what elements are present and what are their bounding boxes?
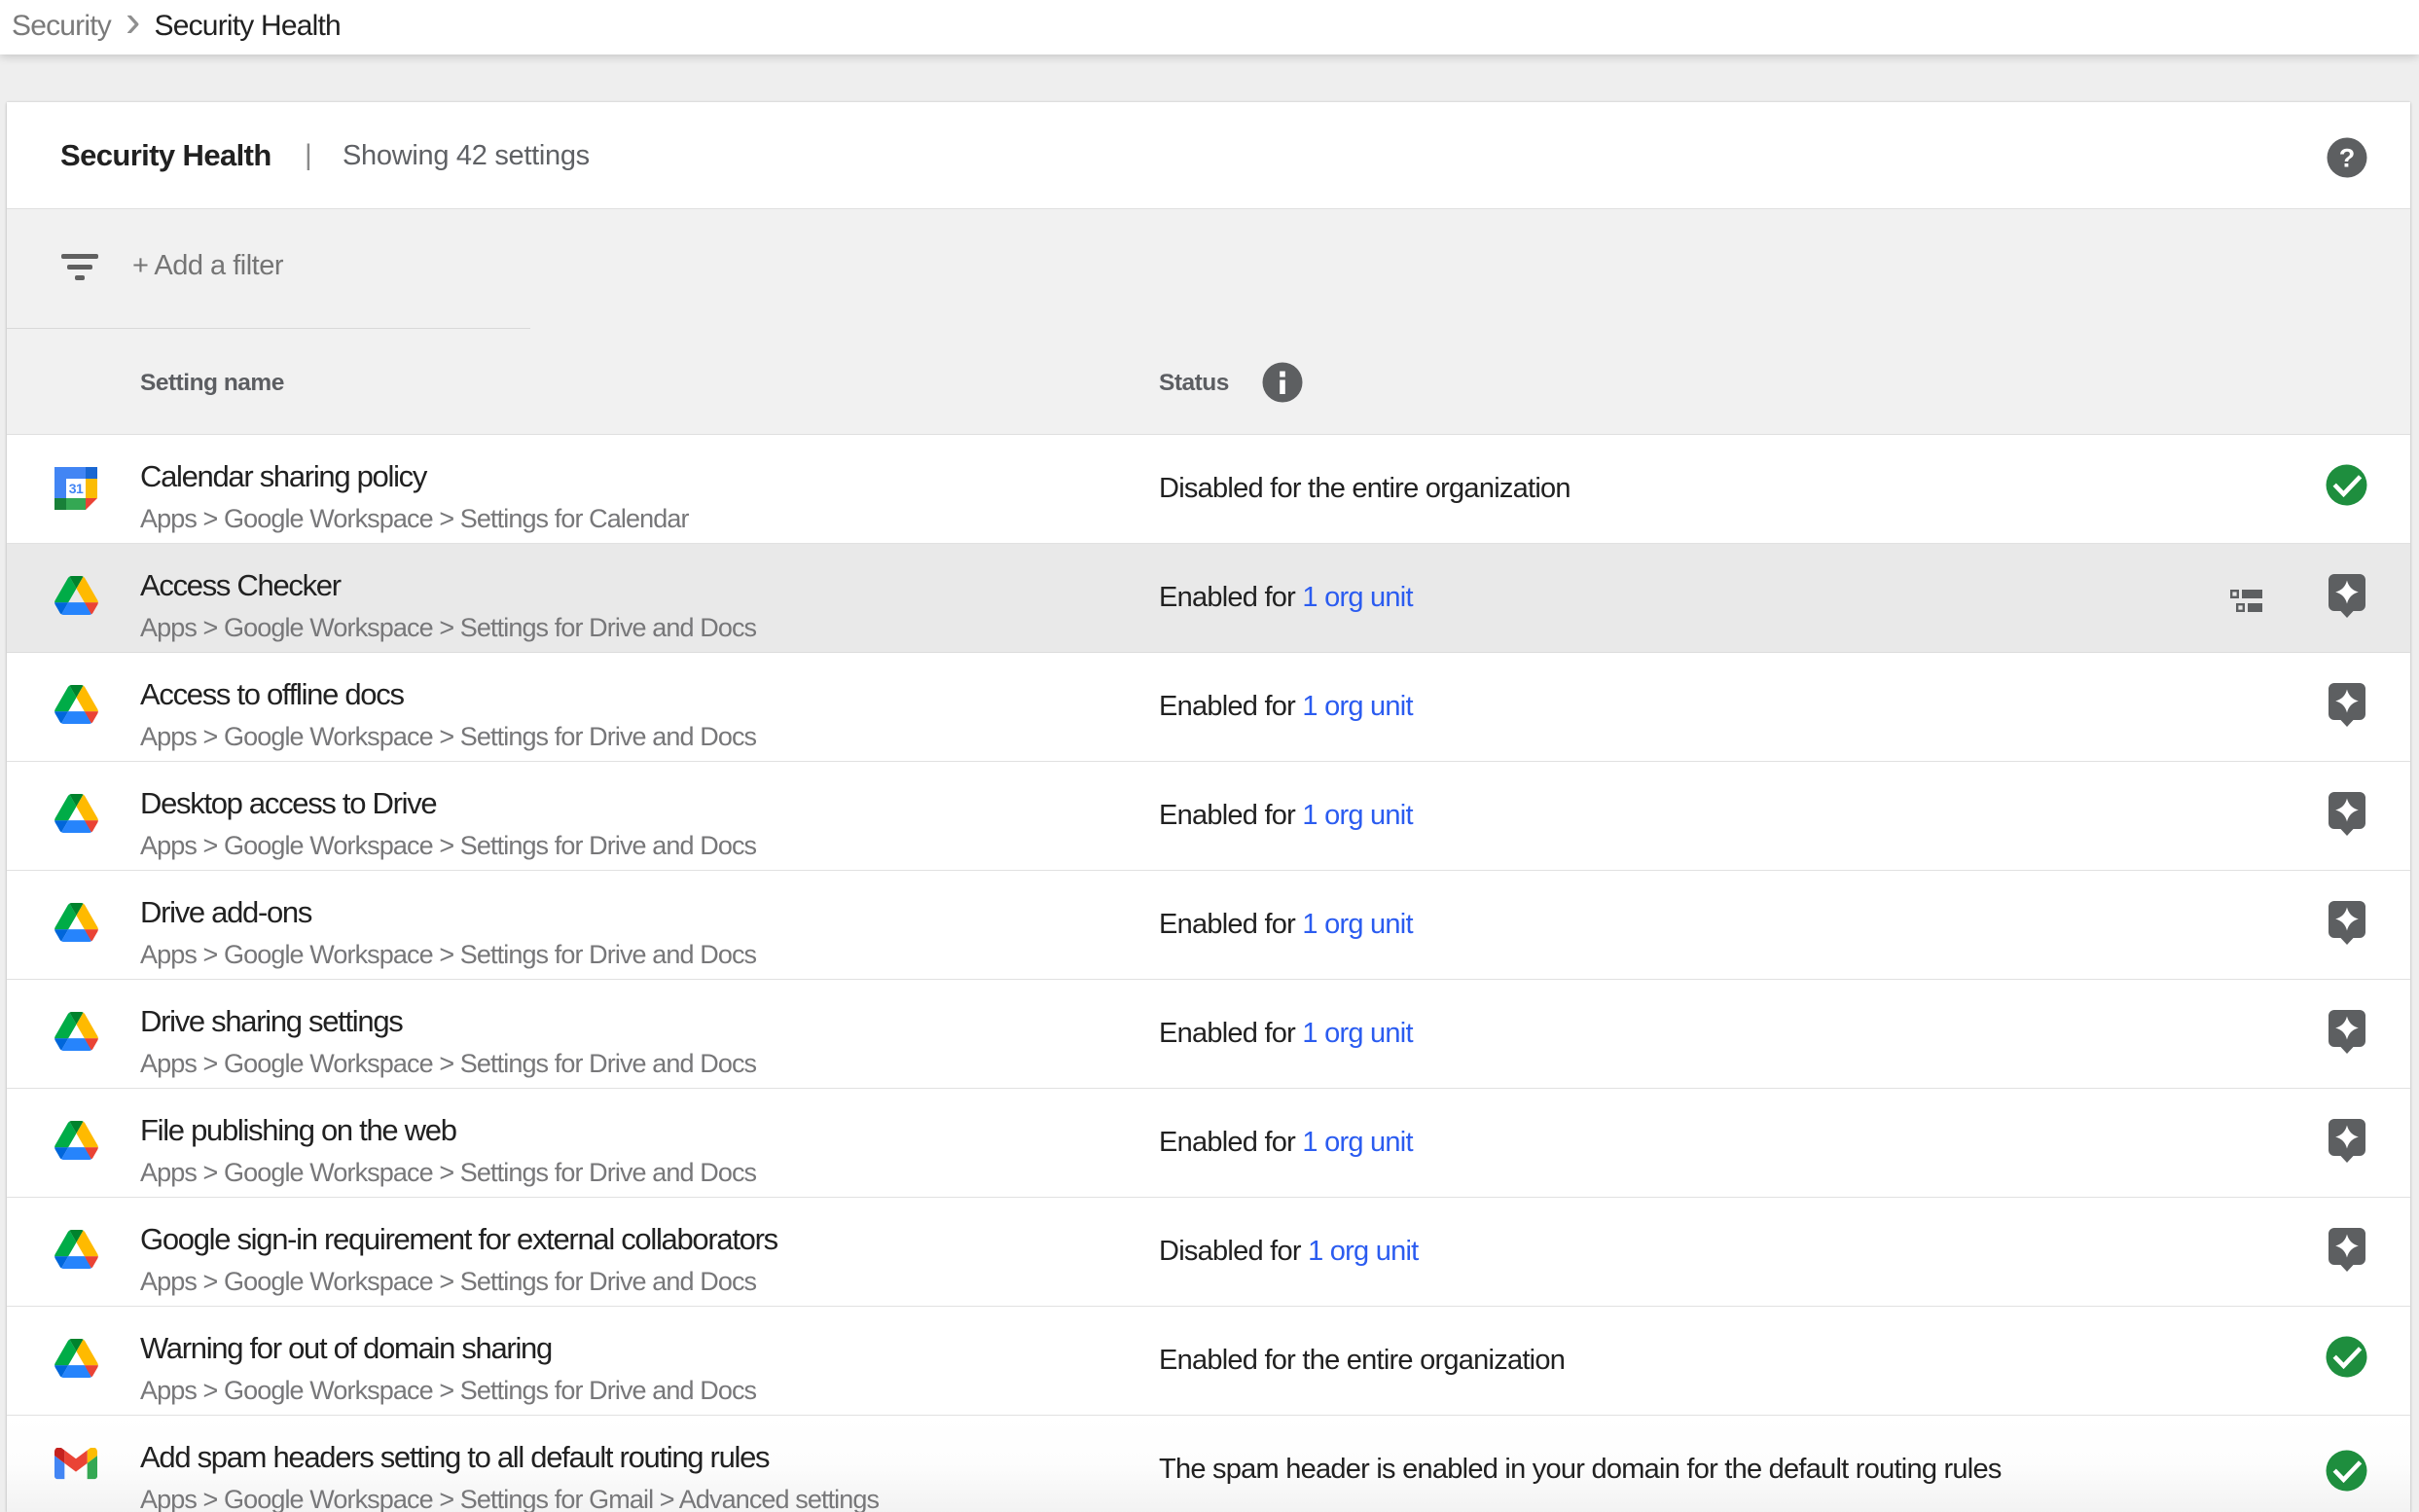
svg-text:?: ?	[2339, 144, 2356, 173]
svg-text:31: 31	[69, 481, 84, 496]
